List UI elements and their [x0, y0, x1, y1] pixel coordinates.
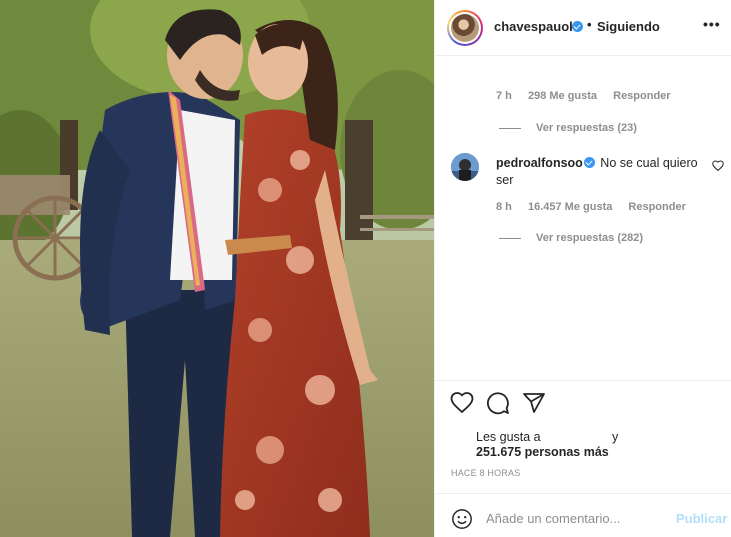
comment-body: pedroalfonsoo No se cual quiero ser: [496, 155, 711, 189]
view-replies-label: Ver respuestas (282): [536, 232, 644, 244]
comment-likes[interactable]: 298 Me gusta: [528, 90, 597, 102]
post-photo[interactable]: [0, 0, 434, 537]
commenter-avatar[interactable]: [451, 153, 479, 181]
comment-meta: 7 h 298 Me gusta Responder: [496, 90, 684, 102]
likes-count[interactable]: 251.675 personas más: [476, 445, 609, 459]
follow-status-button[interactable]: Siguiendo: [597, 19, 660, 34]
comment-icon[interactable]: [486, 391, 510, 415]
comment-time: 8 h: [496, 201, 512, 213]
post-timestamp[interactable]: HACE 8 HORAS: [451, 468, 520, 478]
post-image: [0, 0, 434, 537]
comment-input-bar: Añade un comentario... Publicar: [435, 493, 731, 537]
commenter-username[interactable]: pedroalfonsoo: [496, 156, 583, 170]
likes-prefix: Les gusta a: [476, 430, 541, 444]
verified-badge-icon: [572, 21, 583, 32]
likes-conjunction: y: [612, 430, 619, 444]
paper-plane-icon[interactable]: [522, 391, 546, 415]
actions-divider: [435, 380, 731, 381]
comment-likes[interactable]: 16.457 Me gusta: [528, 201, 612, 213]
view-replies-button[interactable]: Ver respuestas (282): [499, 232, 643, 244]
comment-like-heart-icon[interactable]: [712, 160, 724, 171]
replies-line: [499, 127, 521, 129]
author-avatar[interactable]: [447, 10, 483, 46]
verified-badge-icon: [583, 157, 595, 168]
separator-dot: •: [587, 17, 592, 32]
comment-meta: 8 h 16.457 Me gusta Responder: [496, 201, 699, 213]
comment-input[interactable]: Añade un comentario...: [486, 511, 620, 526]
publish-button[interactable]: Publicar: [676, 511, 727, 526]
heart-icon[interactable]: [450, 391, 474, 415]
commenter-avatar-image: [451, 153, 479, 181]
replies-line: [499, 237, 521, 239]
more-options-icon[interactable]: •••: [703, 16, 721, 32]
post-header: chavespauok • Siguiendo •••: [435, 0, 731, 56]
author-username[interactable]: chavespauok: [494, 19, 576, 34]
post-panel: chavespauok • Siguiendo ••• 7 h 298 Me g…: [434, 0, 731, 537]
reply-button[interactable]: Responder: [613, 90, 670, 102]
comment-time: 7 h: [496, 90, 512, 102]
emoji-icon[interactable]: [451, 508, 473, 530]
view-replies-label: Ver respuestas (23): [536, 122, 637, 134]
reply-button[interactable]: Responder: [628, 201, 685, 213]
view-replies-button[interactable]: Ver respuestas (23): [499, 122, 637, 134]
